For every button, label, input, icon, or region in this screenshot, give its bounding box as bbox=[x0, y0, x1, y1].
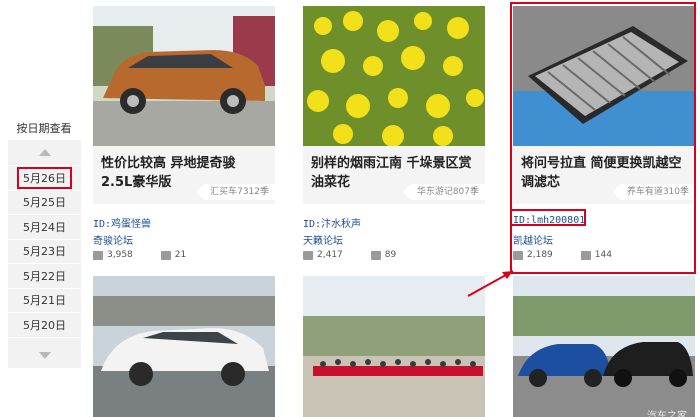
date-label: 5月24日 bbox=[23, 220, 66, 234]
forum-link[interactable]: 天籁论坛 bbox=[303, 232, 343, 247]
views-icon bbox=[93, 250, 103, 260]
rapeseed-flowers-photo[interactable] bbox=[303, 6, 485, 146]
author-id[interactable]: ID:鸡蛋怪兽 bbox=[93, 215, 151, 230]
date-item[interactable]: 5月24日 bbox=[8, 215, 81, 240]
date-label: 5月23日 bbox=[23, 245, 66, 259]
comment-count: 21 bbox=[174, 250, 187, 260]
group-photo-with-banners[interactable] bbox=[303, 276, 485, 417]
orange-suv-photo[interactable] bbox=[93, 6, 275, 146]
triangle-up-icon bbox=[38, 149, 51, 156]
date-item[interactable]: 5月20日 bbox=[8, 313, 81, 338]
forum-link[interactable]: 奇骏论坛 bbox=[93, 232, 133, 247]
comment-icon bbox=[370, 250, 381, 260]
comment-icon bbox=[160, 250, 171, 260]
article-card[interactable]: 性价比较高 异地提奇骏2.5L豪华版 汇买车7312季 ID:鸡蛋怪兽 奇骏论坛… bbox=[93, 6, 275, 266]
date-navigation: 按日期查看 5月26日 5月25日 5月24日 5月23日 5月22日 5月21… bbox=[0, 0, 88, 417]
date-item[interactable]: 5月22日 bbox=[8, 264, 81, 289]
triangle-down-icon bbox=[38, 351, 51, 359]
date-item[interactable]: 5月26日 bbox=[8, 166, 81, 191]
card-stats: 3,958 21 bbox=[93, 250, 186, 260]
date-scroll-up-button[interactable] bbox=[8, 140, 81, 166]
comment-count: 89 bbox=[384, 250, 397, 260]
author-id[interactable]: ID:汴水秋声 bbox=[303, 215, 361, 230]
view-count: 3,958 bbox=[107, 250, 133, 260]
date-item[interactable]: 5月21日 bbox=[8, 289, 81, 313]
date-label: 5月22日 bbox=[23, 269, 66, 283]
date-list: 5月26日 5月25日 5月24日 5月23日 5月22日 5月21日 5月20… bbox=[8, 140, 81, 368]
date-item[interactable]: 5月25日 bbox=[8, 191, 81, 215]
blue-and-black-cars-photo[interactable]: 汽车之家 bbox=[513, 276, 695, 417]
date-label: 5月20日 bbox=[23, 318, 66, 332]
date-nav-title: 按日期查看 bbox=[16, 122, 72, 135]
date-label: 5月25日 bbox=[23, 196, 66, 210]
date-scroll-down-button[interactable] bbox=[8, 342, 81, 368]
date-label: 5月21日 bbox=[23, 294, 66, 308]
card-title-area[interactable]: 性价比较高 异地提奇骏2.5L豪华版 汇买车7312季 bbox=[93, 146, 275, 204]
view-count: 2,417 bbox=[317, 250, 343, 260]
card-stats: 2,417 89 bbox=[303, 250, 396, 260]
source-tag[interactable]: 汇买车7312季 bbox=[196, 184, 275, 200]
article-card[interactable]: 别样的烟雨江南 千垛景区赏油菜花 华东游记807季 ID:汴水秋声 天籁论坛 2… bbox=[303, 6, 485, 266]
highlight-frame bbox=[510, 2, 696, 274]
card-title-area[interactable]: 别样的烟雨江南 千垛景区赏油菜花 华东游记807季 bbox=[303, 146, 485, 204]
date-item[interactable]: 5月23日 bbox=[8, 240, 81, 264]
source-tag[interactable]: 华东游记807季 bbox=[402, 184, 485, 200]
views-icon bbox=[303, 250, 313, 260]
watermark: 汽车之家 bbox=[647, 411, 687, 417]
date-label: 5月26日 bbox=[17, 166, 72, 189]
id-highlight-frame bbox=[510, 209, 586, 226]
white-sedan-photo[interactable] bbox=[93, 276, 275, 417]
